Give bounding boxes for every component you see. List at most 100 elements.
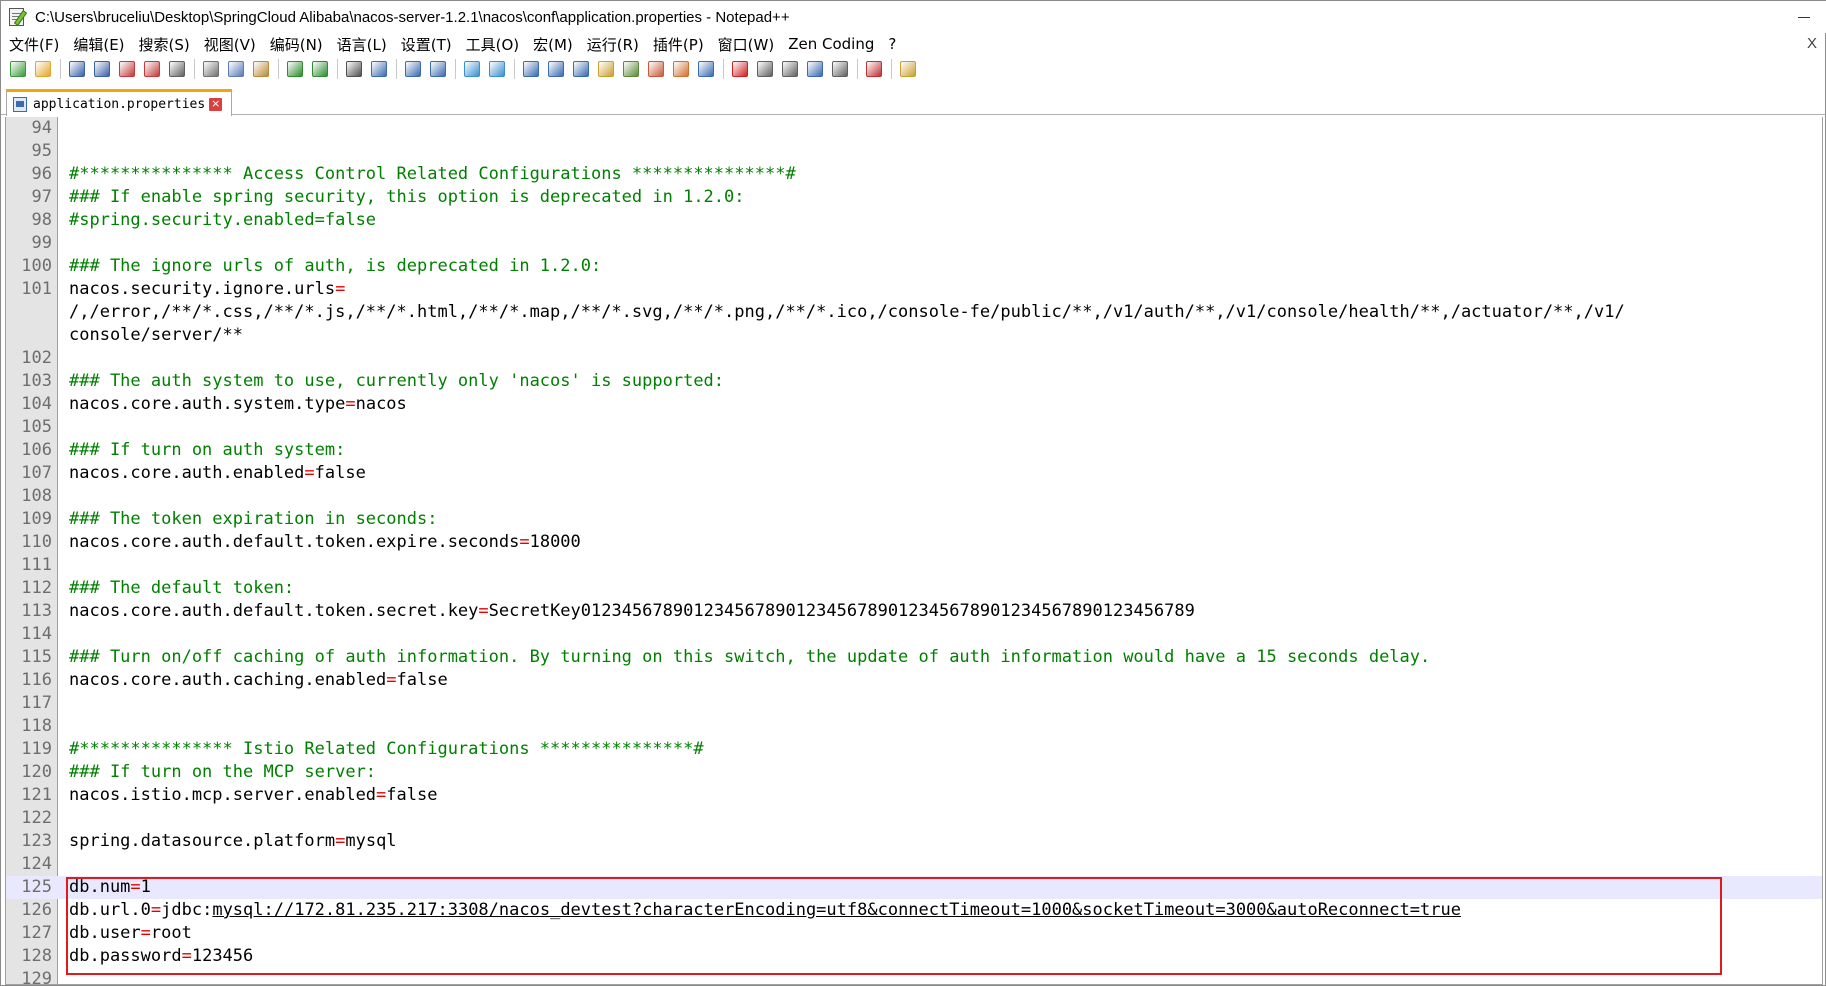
monitor-button[interactable] <box>695 58 717 80</box>
user-lang-button[interactable] <box>595 58 617 80</box>
close-button[interactable] <box>116 58 138 80</box>
line-number: 129 <box>21 969 52 985</box>
code-text: ### If turn on the MCP server: <box>69 761 376 784</box>
sync-vertical-button[interactable] <box>461 58 483 80</box>
paste-button[interactable] <box>250 58 272 80</box>
operator-token: = <box>519 532 530 552</box>
save-all-button[interactable] <box>91 58 113 80</box>
line-number: 124 <box>21 854 52 874</box>
code-line: 102 <box>6 347 1822 370</box>
save-macro-button[interactable] <box>829 58 851 80</box>
code-text: nacos.istio.mcp.server.enabled=false <box>69 784 437 807</box>
line-number: 122 <box>21 808 52 828</box>
operator-token: = <box>181 946 192 966</box>
indent-guide-button[interactable] <box>570 58 592 80</box>
zoom-out-button[interactable] <box>427 58 449 80</box>
save-button[interactable] <box>66 58 88 80</box>
doc-map-icon <box>623 61 639 77</box>
operator-token: = <box>150 900 162 920</box>
menu-item[interactable]: 运行(R) <box>587 34 639 55</box>
code-line: 96 #*************** Access Control Relate… <box>6 163 1822 186</box>
text-token: db.num <box>69 877 131 897</box>
save-all-icon <box>94 61 110 77</box>
text-token: db.password <box>69 946 182 966</box>
line-number: 109 <box>21 509 52 529</box>
spellcheck-button[interactable] <box>863 58 885 80</box>
menu-item[interactable]: 工具(O) <box>466 34 520 55</box>
folder-workspace-button[interactable] <box>670 58 692 80</box>
monitor-icon <box>698 61 714 77</box>
line-number: 121 <box>21 785 52 805</box>
toolbar-separator <box>723 59 724 79</box>
cut-button[interactable] <box>200 58 222 80</box>
comment-token: ### The ignore urls of auth, is deprecat… <box>69 256 602 276</box>
run-macro-multiple-button[interactable] <box>804 58 826 80</box>
code-text: ### Turn on/off caching of auth informat… <box>69 646 1430 669</box>
menu-item[interactable]: 编辑(E) <box>73 34 124 55</box>
menu-close-button[interactable]: X <box>1807 35 1817 52</box>
code-text: nacos.security.ignore.urls= <box>69 278 345 301</box>
text-token: jdbc: <box>161 900 213 920</box>
code-line: 117 <box>6 692 1822 715</box>
find-icon <box>346 61 362 77</box>
menu-item[interactable]: 编码(N) <box>270 34 323 55</box>
sync-horizontal-button[interactable] <box>486 58 508 80</box>
open-file-icon <box>35 61 51 77</box>
find-button[interactable] <box>343 58 365 80</box>
replace-icon <box>371 61 387 77</box>
code-text: #spring.security.enabled=false <box>69 209 376 232</box>
code-editor[interactable]: 94 95 96 #*************** Access Control Re… <box>5 117 1823 985</box>
menu-item[interactable]: 视图(V) <box>204 34 256 55</box>
open-file-button[interactable] <box>32 58 54 80</box>
menu-item[interactable]: ? <box>888 35 896 53</box>
code-line: /,/error,/**/*.css,/**/*.js,/**/*.html,/… <box>6 301 1822 324</box>
print-button[interactable] <box>166 58 188 80</box>
menu-item[interactable]: 语言(L) <box>337 34 387 55</box>
line-number: 112 <box>21 578 52 598</box>
undo-button[interactable] <box>284 58 306 80</box>
tab-close-button[interactable]: × <box>209 97 223 111</box>
code-line: 129 <box>6 968 1822 985</box>
code-text: ### If turn on auth system: <box>69 439 345 462</box>
menu-item[interactable]: 插件(P) <box>653 34 704 55</box>
new-file-button[interactable] <box>7 58 29 80</box>
close-all-button[interactable] <box>141 58 163 80</box>
menu-item[interactable]: 搜索(S) <box>139 34 190 55</box>
tab-application-properties[interactable]: application.properties × <box>6 89 232 116</box>
line-number: 128 <box>21 946 52 966</box>
replace-button[interactable] <box>368 58 390 80</box>
plugin-button[interactable] <box>897 58 919 80</box>
minimize-button[interactable] <box>1781 1 1826 33</box>
line-number: 118 <box>21 716 52 736</box>
menu-item[interactable]: 文件(F) <box>9 34 59 55</box>
menu-item[interactable]: Zen Coding <box>788 35 874 53</box>
line-number: 126 <box>21 900 52 920</box>
text-token: 18000 <box>529 532 581 552</box>
code-text: #*************** Access Control Related … <box>69 163 796 186</box>
menu-item[interactable]: 设置(T) <box>401 34 452 55</box>
function-list-button[interactable] <box>645 58 667 80</box>
record-macro-button[interactable] <box>729 58 751 80</box>
code-text: nacos.core.auth.system.type=nacos <box>69 393 407 416</box>
stop-macro-button[interactable] <box>754 58 776 80</box>
menu-item[interactable]: 宏(M) <box>533 34 573 55</box>
text-token: db.url.0 <box>69 900 151 920</box>
menu-item[interactable]: 窗口(W) <box>718 34 775 55</box>
text-token: false <box>386 785 438 805</box>
operator-token: = <box>140 923 151 943</box>
play-macro-button[interactable] <box>779 58 801 80</box>
code-text: db.num=1 <box>69 876 151 899</box>
redo-button[interactable] <box>309 58 331 80</box>
copy-button[interactable] <box>225 58 247 80</box>
zoom-in-button[interactable] <box>402 58 424 80</box>
toolbar-separator <box>857 59 858 79</box>
word-wrap-button[interactable] <box>520 58 542 80</box>
doc-map-button[interactable] <box>620 58 642 80</box>
show-all-chars-button[interactable] <box>545 58 567 80</box>
cut-icon <box>203 61 219 77</box>
code-line: 124 <box>6 853 1822 876</box>
text-token: nacos <box>355 394 407 414</box>
code-text: nacos.core.auth.enabled=false <box>69 462 366 485</box>
text-token: /,/error,/**/*.css,/**/*.js,/**/*.html,/… <box>69 302 1625 322</box>
text-token: nacos.core.auth.default.token.expire.sec… <box>69 532 520 552</box>
